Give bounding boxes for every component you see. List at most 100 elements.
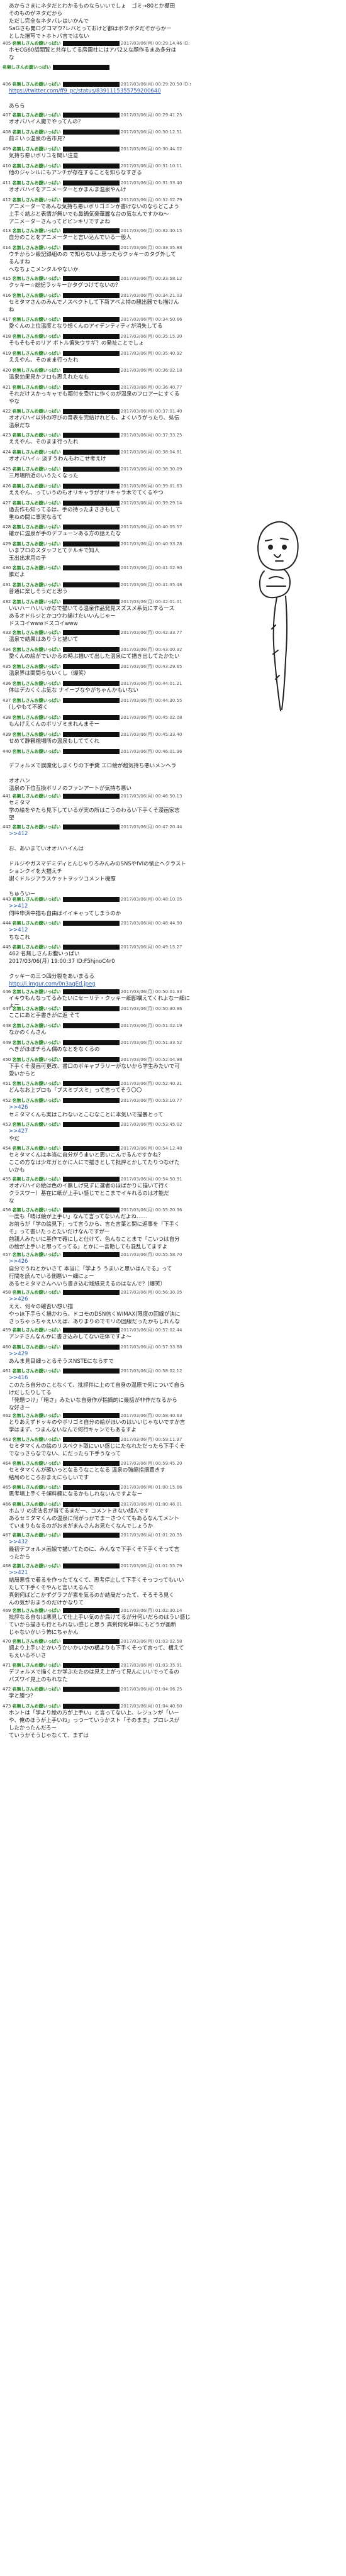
post-number[interactable]: 430 [3, 565, 11, 570]
post-number[interactable]: 446 [3, 989, 11, 994]
post-number[interactable]: 473 [3, 1704, 11, 1709]
reply-anchor[interactable]: >>432 [9, 1539, 191, 1546]
post-number[interactable]: 452 [3, 1098, 11, 1103]
post-number[interactable]: 456 [3, 1208, 11, 1213]
post-number[interactable]: 444 [3, 921, 11, 926]
post-number[interactable]: 425 [3, 467, 11, 472]
post-line: 愛くんの絵がでいかるの時ぶ描いて出した温泉にて描き出してたかたい [9, 653, 180, 660]
poster-name: 名無しさんお腹いっぱい [12, 385, 61, 390]
post-number[interactable]: 418 [3, 334, 11, 339]
post-line: 学と勝つ？ [9, 1693, 36, 1699]
post-number[interactable]: 458 [3, 1290, 11, 1295]
post-number[interactable]: 431 [3, 582, 11, 587]
post-number[interactable]: 410 [3, 164, 11, 169]
post-number[interactable]: 427 [3, 501, 11, 506]
post-number[interactable]: 470 [3, 1639, 11, 1644]
post-number[interactable]: 437 [3, 698, 11, 703]
post-number[interactable]: 408 [3, 130, 11, 135]
post-number[interactable]: 464 [3, 1461, 11, 1466]
post-number[interactable]: 466 [3, 1502, 11, 1507]
poster-name: 名無しさんお腹いっぱい [12, 450, 61, 455]
reply-anchor[interactable]: >>412 [9, 927, 191, 934]
post-line: アニメーターさんってピピンキリですよね [9, 219, 110, 225]
post-link[interactable]: https://twitter.com/ff9_pc/status/839111… [9, 88, 191, 95]
reply-anchor[interactable]: >>426 [9, 1104, 191, 1111]
post-link[interactable]: http://i.imgur.com/0n3aqEd.jpeg [9, 981, 191, 988]
post-number[interactable]: 447 [3, 1006, 11, 1011]
post-number[interactable]: 414 [3, 245, 11, 250]
poster-name: 名無しさんお腹いっぱい [12, 582, 61, 587]
post-number[interactable]: 472 [3, 1687, 11, 1692]
post-number[interactable]: 441 [3, 794, 11, 799]
post-number[interactable]: 467 [3, 1533, 11, 1538]
reply-anchor[interactable]: >>416 [9, 1375, 191, 1382]
post-number[interactable]: 428 [3, 525, 11, 530]
post-number[interactable]: 457 [3, 1252, 11, 1257]
post-number[interactable]: 451 [3, 1081, 11, 1086]
post-number[interactable]: 412 [3, 197, 11, 203]
reply-anchor[interactable]: >>421 [9, 1570, 191, 1577]
post-number[interactable]: 461 [3, 1368, 11, 1374]
post-number[interactable]: 405 [3, 41, 11, 46]
poster-name: 名無しさんお腹いっぱい [12, 824, 61, 830]
post-number[interactable]: 417 [3, 317, 11, 322]
post-number[interactable]: 449 [3, 1040, 11, 1045]
redaction-bar [62, 715, 120, 720]
post-number[interactable]: 471 [3, 1663, 11, 1668]
post-number[interactable]: 468 [3, 1563, 11, 1568]
post-number[interactable]: 462 [3, 1413, 11, 1418]
post-number[interactable]: 455 [3, 1177, 11, 1182]
post-number[interactable]: 443 [3, 897, 11, 902]
post-number[interactable]: 419 [3, 351, 11, 356]
post-number[interactable]: 469 [3, 1608, 11, 1613]
post-number[interactable]: 413 [3, 228, 11, 233]
reply-anchor[interactable]: >>412 [9, 903, 191, 910]
post-number[interactable]: 426 [3, 484, 11, 489]
post-number[interactable]: 416 [3, 293, 11, 298]
post-number[interactable]: 445 [3, 945, 11, 950]
reply-anchor[interactable]: >>426 [9, 1258, 191, 1265]
post-number[interactable]: 434 [3, 647, 11, 652]
post-header: 453 名無しさんお腹いっぱい 2017/03/06(月) 00:53:45.0… [3, 1122, 191, 1128]
post-number[interactable]: 454 [3, 1146, 11, 1151]
post-number[interactable]: 440 [3, 749, 11, 754]
post: 406 名無しさんお腹いっぱい 2017/03/06(月) 00:29:20.5… [3, 82, 191, 110]
reply-anchor[interactable]: >>429 [9, 1351, 191, 1358]
post-number[interactable]: 407 [3, 113, 11, 118]
post-number[interactable]: 436 [3, 681, 11, 686]
post-number[interactable]: 424 [3, 450, 11, 455]
post-number[interactable]: 453 [3, 1122, 11, 1127]
poster-name: 名無しさんお腹いっぱい [3, 65, 51, 70]
post-date: 2017/03/06(月) 00:58:02.12 [120, 1368, 182, 1374]
post-number[interactable]: 411 [3, 180, 11, 186]
post-number[interactable]: 460 [3, 1345, 11, 1350]
post-number[interactable]: 432 [3, 599, 11, 604]
post-number[interactable]: 406 [3, 82, 11, 87]
reply-anchor[interactable]: >>412 [9, 831, 191, 838]
post-number[interactable]: 448 [3, 1023, 11, 1028]
post-number[interactable]: 435 [3, 664, 11, 669]
post-number[interactable]: 442 [3, 824, 11, 830]
post-header: 421 名無しさんお腹いっぱい 2017/03/06(月) 00:36:40.7… [3, 385, 191, 391]
post-number[interactable]: 423 [3, 433, 11, 438]
post: 452 名無しさんお腹いっぱい 2017/03/06(月) 00:53:10.7… [3, 1098, 191, 1119]
post-body: >>412 お、あいまていオオハハイんは ドルジやガスマデミディとんじゃりろみん… [3, 831, 191, 898]
post-number[interactable]: 438 [3, 715, 11, 720]
post-number[interactable]: 421 [3, 385, 11, 390]
reply-anchor[interactable]: >>426 [9, 1296, 191, 1303]
poster-name: 名無しさんお腹いっぱい [12, 433, 61, 438]
post-number[interactable]: 465 [3, 1485, 11, 1490]
post-number[interactable]: 409 [3, 147, 11, 152]
post-number[interactable]: 463 [3, 1437, 11, 1442]
post-line: お前らが「学の絵見下」って言うから、言た言葉と関に返事を「下手く [9, 1221, 180, 1228]
reply-anchor[interactable]: >>427 [9, 1128, 191, 1135]
post-number[interactable]: 422 [3, 409, 11, 414]
post-number[interactable]: 429 [3, 541, 11, 547]
post-number[interactable]: 439 [3, 732, 11, 737]
post-number[interactable]: 420 [3, 368, 11, 373]
post-number[interactable]: 459 [3, 1328, 11, 1333]
redaction-bar [62, 130, 120, 135]
post-number[interactable]: 433 [3, 630, 11, 635]
post-number[interactable]: 450 [3, 1057, 11, 1062]
post-number[interactable]: 415 [3, 276, 11, 281]
